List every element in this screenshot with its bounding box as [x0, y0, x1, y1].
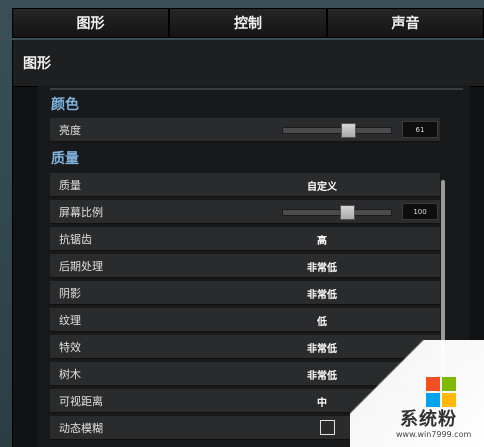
setting-row-shadows[interactable]: 阴影 非常低 [50, 281, 440, 305]
setting-row-quality[interactable]: 质量 自定义 [50, 173, 440, 197]
setting-label: 动态模糊 [59, 422, 103, 435]
setting-label: 特效 [59, 341, 81, 354]
setting-label: 质量 [59, 179, 81, 192]
slider-thumb[interactable] [340, 205, 355, 220]
setting-label: 可视距离 [59, 395, 103, 408]
panel-title: 图形 [13, 40, 484, 87]
watermark-url: www.win7999.com [396, 430, 472, 439]
tab-graphics[interactable]: 图形 [12, 8, 169, 38]
tab-bar: 图形 控制 声音 [12, 8, 484, 38]
setting-row-screen-scale: 屏幕比例 100 [50, 200, 440, 224]
brightness-value[interactable]: 61 [402, 121, 438, 138]
setting-label: 屏幕比例 [59, 206, 103, 219]
setting-row-textures[interactable]: 纹理 低 [50, 308, 440, 332]
motion-blur-checkbox[interactable] [320, 420, 335, 435]
screen-scale-value[interactable]: 100 [402, 203, 438, 220]
setting-label: 后期处理 [59, 260, 103, 273]
setting-value: 非常低 [307, 290, 337, 301]
screen-scale-slider[interactable] [282, 205, 392, 220]
slider-thumb[interactable] [341, 123, 356, 138]
section-title-quality: 质量 [51, 151, 79, 167]
setting-row-brightness: 亮度 61 [50, 118, 440, 142]
windows-logo-icon [426, 377, 456, 407]
section-title-color: 颜色 [51, 97, 79, 113]
setting-value: 高 [317, 236, 327, 247]
setting-label: 抗锯齿 [59, 233, 92, 246]
setting-value: 非常低 [307, 263, 337, 274]
setting-value: 自定义 [307, 182, 337, 193]
setting-label: 纹理 [59, 314, 81, 327]
brightness-slider[interactable] [282, 123, 392, 138]
setting-value: 低 [317, 317, 327, 328]
setting-row-post-processing[interactable]: 后期处理 非常低 [50, 254, 440, 278]
setting-label: 树木 [59, 368, 81, 381]
tab-controls[interactable]: 控制 [169, 8, 327, 38]
setting-row-antialiasing[interactable]: 抗锯齿 高 [50, 227, 440, 251]
divider [50, 88, 463, 90]
watermark-text: 系统粉 [400, 409, 457, 430]
tab-sound[interactable]: 声音 [327, 8, 484, 38]
setting-label: 亮度 [59, 124, 81, 137]
setting-label: 阴影 [59, 287, 81, 300]
